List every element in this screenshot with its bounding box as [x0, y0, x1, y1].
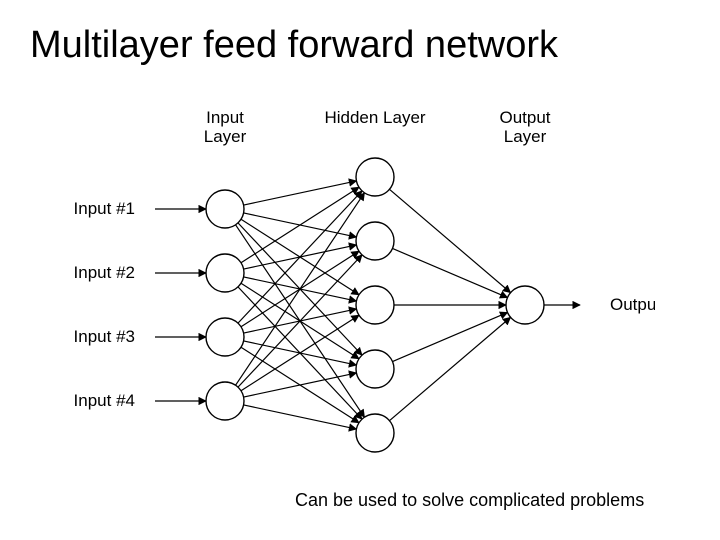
input-layer-label: Input — [206, 108, 244, 127]
output-label: Output — [610, 295, 655, 314]
input-label-4: Input #4 — [74, 391, 135, 410]
hidden-node-3 — [356, 286, 394, 324]
svg-text:Layer: Layer — [504, 127, 547, 146]
input-label-2: Input #2 — [74, 263, 135, 282]
input-node-3 — [206, 318, 244, 356]
hidden-node-5 — [356, 414, 394, 452]
network-diagram: InputLayerHidden LayerOutputLayerInput #… — [65, 105, 655, 460]
input-label-3: Input #3 — [74, 327, 135, 346]
hidden-node-1 — [356, 158, 394, 196]
output-layer-label: Output — [499, 108, 550, 127]
slide-caption: Can be used to solve complicated problem… — [295, 490, 644, 511]
hidden-node-2 — [356, 222, 394, 260]
input-node-4 — [206, 382, 244, 420]
slide-title: Multilayer feed forward network — [30, 24, 558, 67]
output-node-1 — [506, 286, 544, 324]
svg-text:Layer: Layer — [204, 127, 247, 146]
input-label-1: Input #1 — [74, 199, 135, 218]
hidden-layer-label: Hidden Layer — [324, 108, 425, 127]
input-node-1 — [206, 190, 244, 228]
hidden-node-4 — [356, 350, 394, 388]
input-node-2 — [206, 254, 244, 292]
